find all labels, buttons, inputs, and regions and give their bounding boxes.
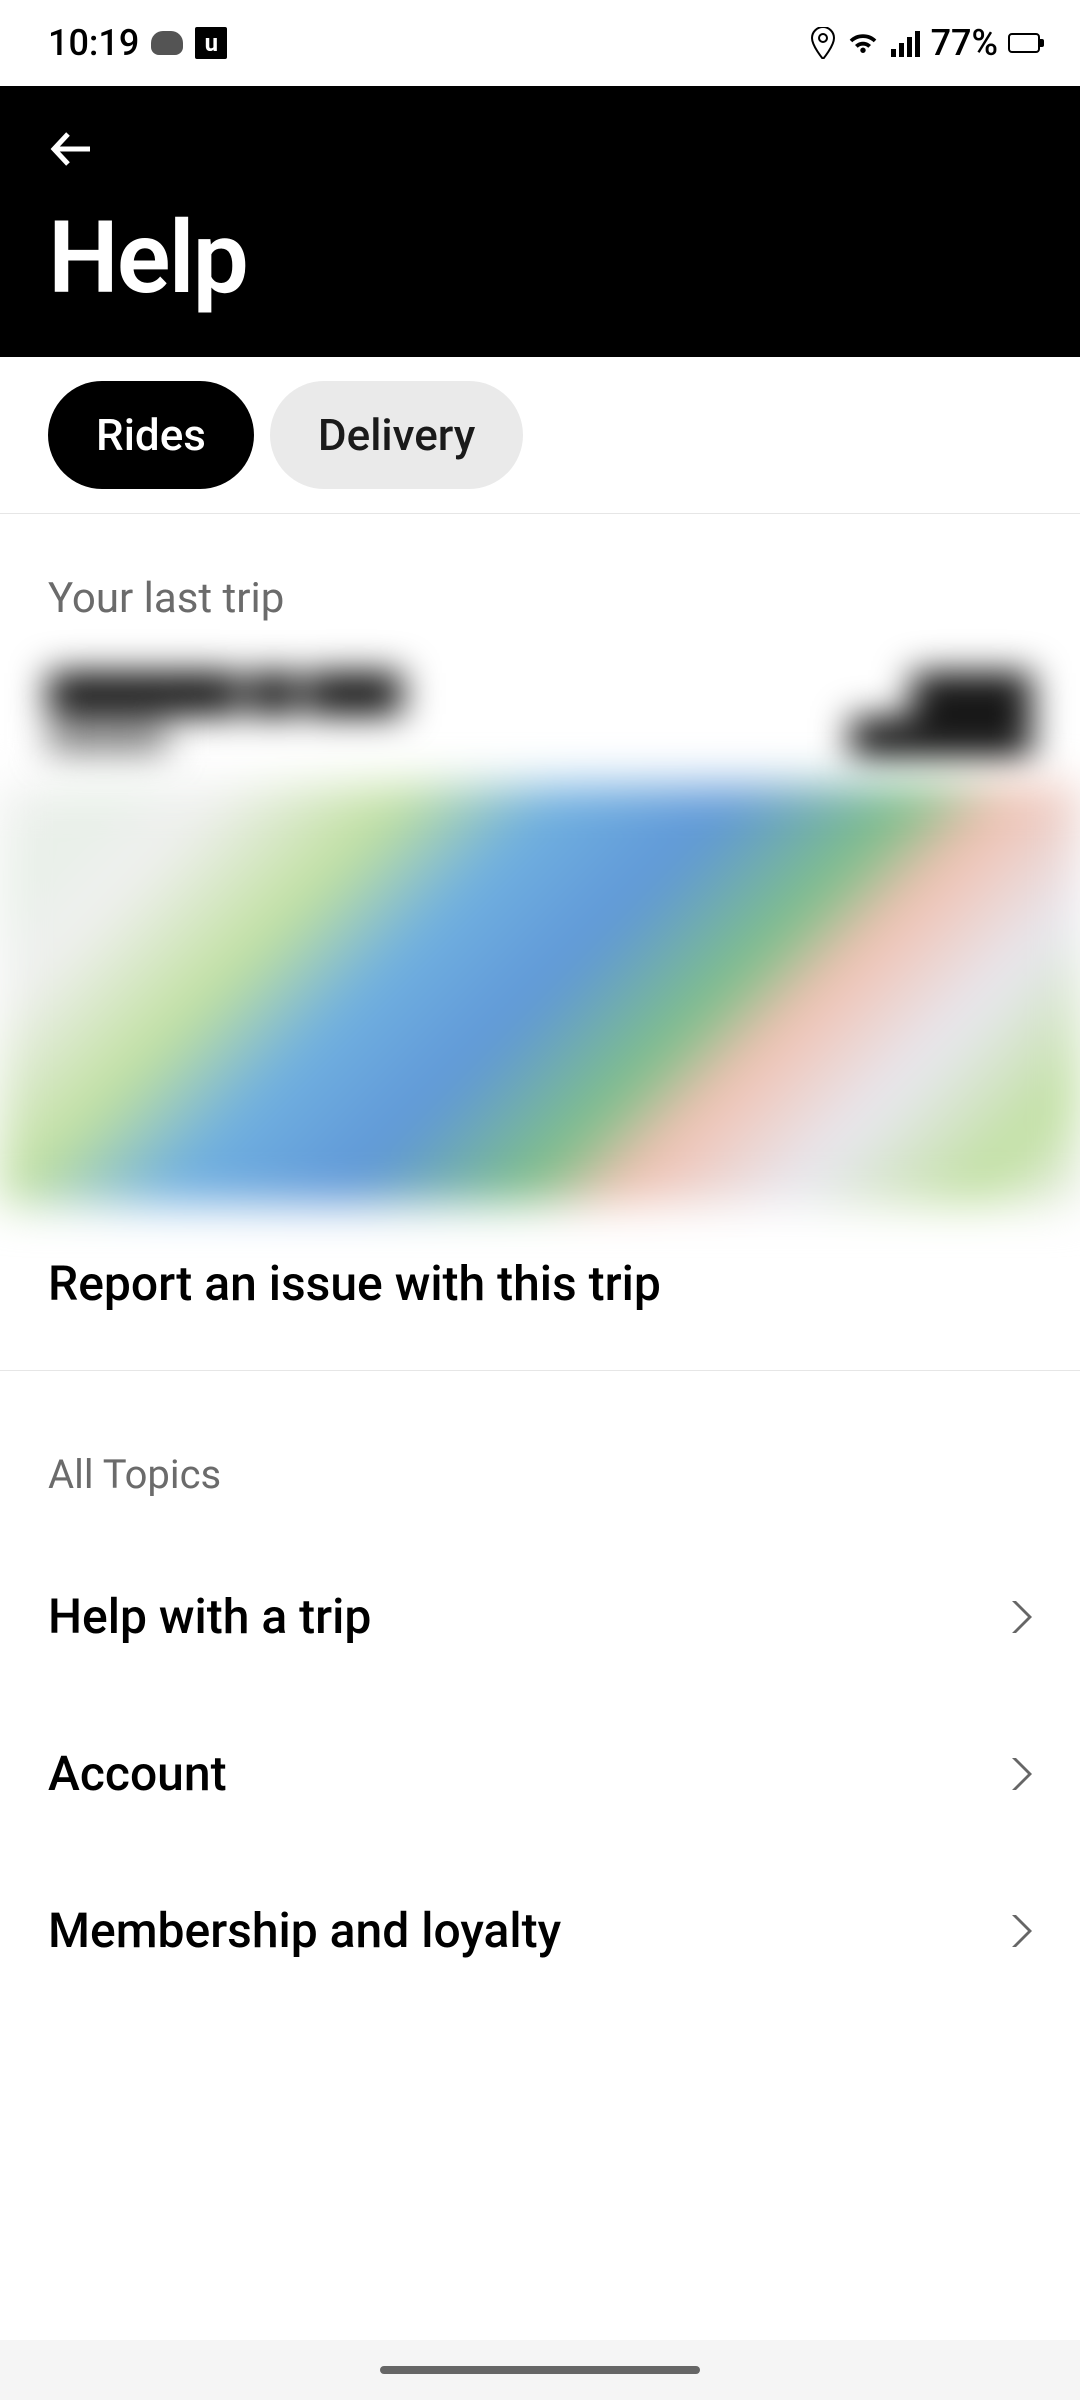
gesture-bar <box>0 2340 1080 2400</box>
chevron-right-icon <box>1008 1599 1032 1635</box>
wifi-icon <box>845 29 881 57</box>
gesture-handle[interactable] <box>380 2366 700 2374</box>
tabs: Rides Delivery <box>0 357 1080 514</box>
topic-label: Membership and loyalty <box>48 1902 561 1959</box>
topic-account[interactable]: Account <box>0 1695 1080 1852</box>
topic-membership-loyalty[interactable]: Membership and loyalty <box>0 1852 1080 2009</box>
chevron-right-icon <box>1008 1756 1032 1792</box>
location-icon <box>811 27 835 59</box>
last-trip-label: Your last trip <box>0 514 1080 643</box>
page-title: Help <box>48 200 1032 317</box>
signal-icon <box>891 29 921 57</box>
trip-info-blurred: ████████ ██ ████ ██████ █████ ████████ <box>0 673 1080 785</box>
cloud-icon <box>151 31 183 55</box>
topic-label: Help with a trip <box>48 1588 371 1645</box>
topic-label: Account <box>48 1745 227 1802</box>
topic-help-with-trip[interactable]: Help with a trip <box>0 1538 1080 1695</box>
header: Help <box>0 86 1080 357</box>
app-notification-icon: u <box>195 27 227 59</box>
status-bar: 10:19 u 77% <box>0 0 1080 86</box>
tab-delivery[interactable]: Delivery <box>270 381 523 489</box>
chevron-right-icon <box>1008 1913 1032 1949</box>
all-topics-label: All Topics <box>0 1371 1080 1538</box>
report-issue-link[interactable]: Report an issue with this trip <box>0 1205 1080 1371</box>
map-preview-blurred <box>0 785 1080 1205</box>
trip-card[interactable]: ████████ ██ ████ ██████ █████ ████████ <box>0 643 1080 1205</box>
battery-icon <box>1008 33 1040 53</box>
status-time: 10:19 <box>48 22 139 64</box>
back-arrow-icon[interactable] <box>48 122 102 176</box>
tab-rides[interactable]: Rides <box>48 381 254 489</box>
battery-percent: 77% <box>931 22 998 64</box>
